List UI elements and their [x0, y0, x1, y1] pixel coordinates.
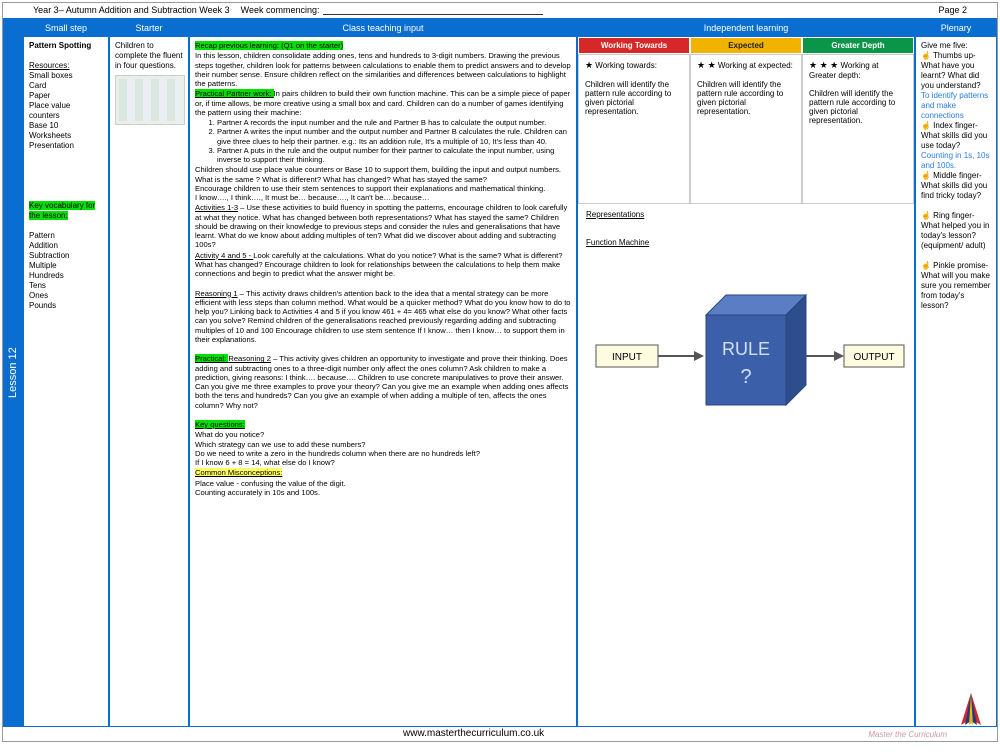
fm-output-label: OUTPUT: [853, 352, 894, 363]
independent-learning-column: Independent learning Working Towards Exp…: [577, 18, 915, 727]
activity-4-5-label: Activity 4 and 5 -: [195, 251, 253, 260]
wt-body: Children will identify the pattern rule …: [585, 80, 683, 116]
page-number: Page 2: [938, 5, 967, 15]
plenary-ring: ☝ Ring finger- What helped you in today'…: [921, 211, 991, 251]
starter-column: Starter Children to complete the fluent …: [109, 18, 189, 727]
greater-depth-header: Greater Depth: [802, 37, 914, 54]
footer-brand: Master the Curriculum: [868, 730, 947, 739]
wt-title: Working towards:: [593, 61, 657, 70]
ex-title: Working at expected:: [716, 61, 793, 70]
teaching-header: Class teaching input: [190, 19, 576, 37]
week-commencing-blank: [323, 5, 543, 15]
reasoning-2-label: Reasoning 2: [228, 354, 271, 363]
independent-header: Independent learning: [578, 19, 914, 37]
representations-area: Representations Function Machine INPUT: [578, 204, 914, 441]
star-icon: ★: [585, 60, 593, 70]
practical-partner-label: Practical Partner work:: [195, 89, 274, 98]
misconceptions-label: Common Misconceptions:: [195, 468, 282, 477]
course-title: Year 3– Autumn Addition and Subtraction …: [33, 5, 230, 15]
teaching-input-column: Class teaching input Recap previous lear…: [189, 18, 577, 727]
small-step-header: Small step: [24, 19, 108, 37]
reasoning-1-body: – This activity draws children's attenti…: [195, 289, 571, 344]
key-vocab-list: Pattern Addition Subtraction Multiple Hu…: [29, 231, 103, 311]
fm-input-label: INPUT: [612, 352, 642, 363]
plenary-index: ☝ Index finger- What skills did you use …: [921, 121, 991, 151]
expected-header: Expected: [690, 37, 802, 54]
key-vocab-label: Key vocabulary for the lesson:: [29, 201, 95, 220]
activities-1-3-body: – Use these activities to build fluency …: [195, 203, 567, 249]
small-step-column: Small step Pattern Spotting Resources: S…: [23, 18, 109, 727]
misconceptions-body: Place value - confusing the value of the…: [195, 479, 571, 498]
week-commencing-label: Week commencing:: [241, 5, 320, 15]
page-header: Year 3– Autumn Addition and Subtraction …: [3, 3, 997, 17]
starter-thumbnail: [115, 75, 185, 125]
resources-list: Small boxes Card Paper Place value count…: [29, 71, 103, 151]
plenary-column: Plenary Give me five: ☝ Thumbs up- What …: [915, 18, 997, 727]
star-icon: ★ ★ ★: [809, 60, 838, 70]
plenary-thumbs: ☝ Thumbs up- What have you learnt? What …: [921, 51, 991, 91]
plenary-header: Plenary: [916, 19, 996, 37]
reasoning-1-label: Reasoning 1: [195, 289, 238, 298]
lesson-number-tab: Lesson 12: [3, 18, 23, 727]
function-machine-label: Function Machine: [586, 238, 649, 247]
working-towards-header: Working Towards: [578, 37, 690, 54]
plenary-pinkie: ☝ Pinkie promise- What will you make sur…: [921, 261, 991, 311]
ex-body: Children will identify the pattern rule …: [697, 80, 795, 116]
practical-2-label: Practical:: [195, 354, 228, 363]
activities-1-3-label: Activities 1-3: [195, 203, 238, 212]
star-icon: ★ ★: [697, 60, 716, 70]
lesson-title: Pattern Spotting: [29, 41, 103, 51]
differentiation-body-row: ★ Working towards: Children will identif…: [578, 54, 914, 204]
key-questions-label: Key questions:: [195, 420, 245, 429]
footer-url: www.masterthecurriculum.co.uk: [403, 728, 544, 739]
plenary-index-answer: Counting in 1s, 10s and 100s.: [921, 151, 991, 171]
partner-step-2: Partner A writes the input number and th…: [217, 127, 571, 146]
gd-body: Children will identify the pattern rule …: [809, 89, 907, 125]
partner-step-3: Partner A puts in the rule and the outpu…: [217, 146, 571, 165]
plenary-thumbs-answer: To identify patterns and make connection…: [921, 91, 991, 121]
working-towards-cell: ★ Working towards: Children will identif…: [578, 54, 690, 204]
greater-depth-cell: ★ ★ ★ Working at Greater depth: Children…: [802, 54, 914, 204]
plenary-middle: ☝ Middle finger- What skills did you fin…: [921, 171, 991, 201]
fm-rule-label: RULE: [722, 339, 770, 359]
lesson-plan-page: Year 3– Autumn Addition and Subtraction …: [2, 2, 998, 742]
plenary-intro: Give me five:: [921, 41, 991, 51]
expected-cell: ★ ★ Working at expected: Children will i…: [690, 54, 802, 204]
starter-text: Children to complete the fluent in four …: [115, 41, 183, 71]
differentiation-header-row: Working Towards Expected Greater Depth: [578, 37, 914, 54]
resources-label: Resources:: [29, 61, 103, 71]
partner-steps: Partner A records the input number and t…: [195, 118, 571, 164]
partner-step-1: Partner A records the input number and t…: [217, 118, 571, 127]
fm-question-mark: ?: [740, 366, 751, 388]
recap-label: Recap previous learning: (Q1 on the star…: [195, 41, 343, 50]
key-questions-body: What do you notice? Which strategy can w…: [195, 430, 571, 467]
reasoning-2-body: – This activity gives children an opport…: [195, 354, 568, 409]
recap-body: In this lesson, children consolidate add…: [195, 51, 571, 88]
brand-logo-icon: [953, 691, 989, 737]
representations-label: Representations: [586, 210, 644, 219]
function-machine-diagram: INPUT RULE ?: [586, 265, 906, 435]
starter-header: Starter: [110, 19, 188, 37]
after-steps-text: Children should use place value counters…: [195, 165, 571, 202]
